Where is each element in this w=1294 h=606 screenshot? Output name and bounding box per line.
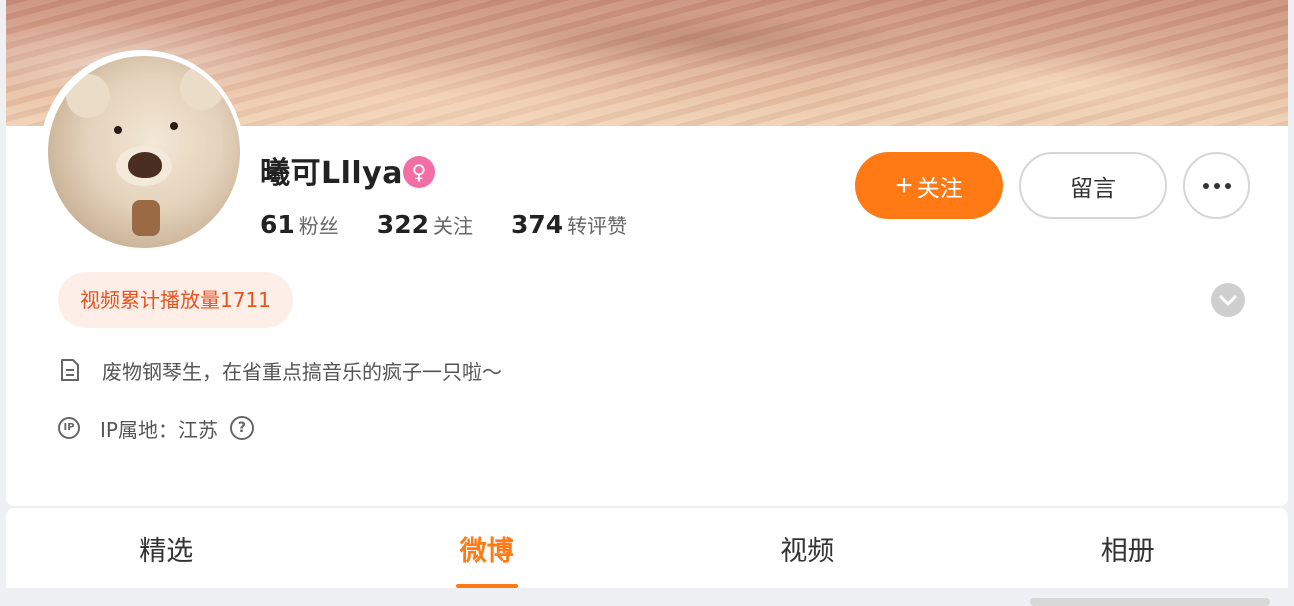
message-button[interactable]: 留言 <box>1019 152 1167 219</box>
help-icon[interactable]: ? <box>229 416 254 440</box>
follow-button[interactable]: + 关注 <box>855 152 1003 219</box>
avatar-bear-eye <box>170 122 178 130</box>
profile-tabs: 精选 微博 视频 相册 <box>6 508 1288 588</box>
avatar-bear-nose <box>128 152 162 178</box>
tab-weibo[interactable]: 微博 <box>327 508 648 588</box>
stat-value: 61 <box>260 210 295 239</box>
message-button-label: 留言 <box>1070 174 1116 201</box>
stat-value: 374 <box>510 210 564 239</box>
profile-name: 曦可Lllya <box>260 156 403 191</box>
expand-button[interactable] <box>1211 283 1245 317</box>
tab-albums[interactable]: 相册 <box>968 508 1289 588</box>
plus-icon: + <box>895 168 913 202</box>
profile-stats: 61 粉丝 322 关注 374 转评赞 <box>260 210 665 246</box>
more-options-button[interactable] <box>1183 152 1250 219</box>
avatar-bear-ear <box>180 66 224 110</box>
stat-following[interactable]: 322 关注 <box>377 210 473 239</box>
avatar-bear-tag <box>132 200 160 236</box>
stat-label: 关注 <box>432 214 473 238</box>
document-icon <box>58 358 82 382</box>
follow-button-label: 关注 <box>916 174 963 201</box>
avatar-bear-eye <box>114 126 122 134</box>
ip-location-text: IP属地：江苏 <box>100 417 218 442</box>
bio-text: 废物钢琴生，在省重点搞音乐的疯子一只啦～ <box>102 359 502 384</box>
play-count-badge[interactable]: 视频累计播放量1711 <box>58 272 293 328</box>
stat-followers[interactable]: 61 粉丝 <box>260 210 339 239</box>
next-card-edge <box>1030 598 1270 606</box>
ip-location-icon: IP <box>58 417 80 439</box>
avatar[interactable] <box>48 56 240 248</box>
tab-featured[interactable]: 精选 <box>6 508 327 588</box>
stat-value: 322 <box>376 210 429 239</box>
stat-label: 转评赞 <box>567 214 628 238</box>
bio-row: 废物钢琴生，在省重点搞音乐的疯子一只啦～ <box>58 354 502 386</box>
avatar-bear-ear <box>66 74 110 118</box>
chevron-down-icon <box>1219 295 1237 306</box>
stat-interactions[interactable]: 374 转评赞 <box>511 210 627 239</box>
ip-row: IP IP属地：江苏 ? <box>58 412 254 444</box>
more-icon <box>1202 182 1231 189</box>
profile-card: 曦可Lllya ♀ 61 粉丝 322 关注 374 转评赞 + 关注 留言 视… <box>6 0 1288 506</box>
gender-female-icon: ♀ <box>403 156 435 188</box>
tab-videos[interactable]: 视频 <box>647 508 968 588</box>
stat-label: 粉丝 <box>298 214 339 238</box>
